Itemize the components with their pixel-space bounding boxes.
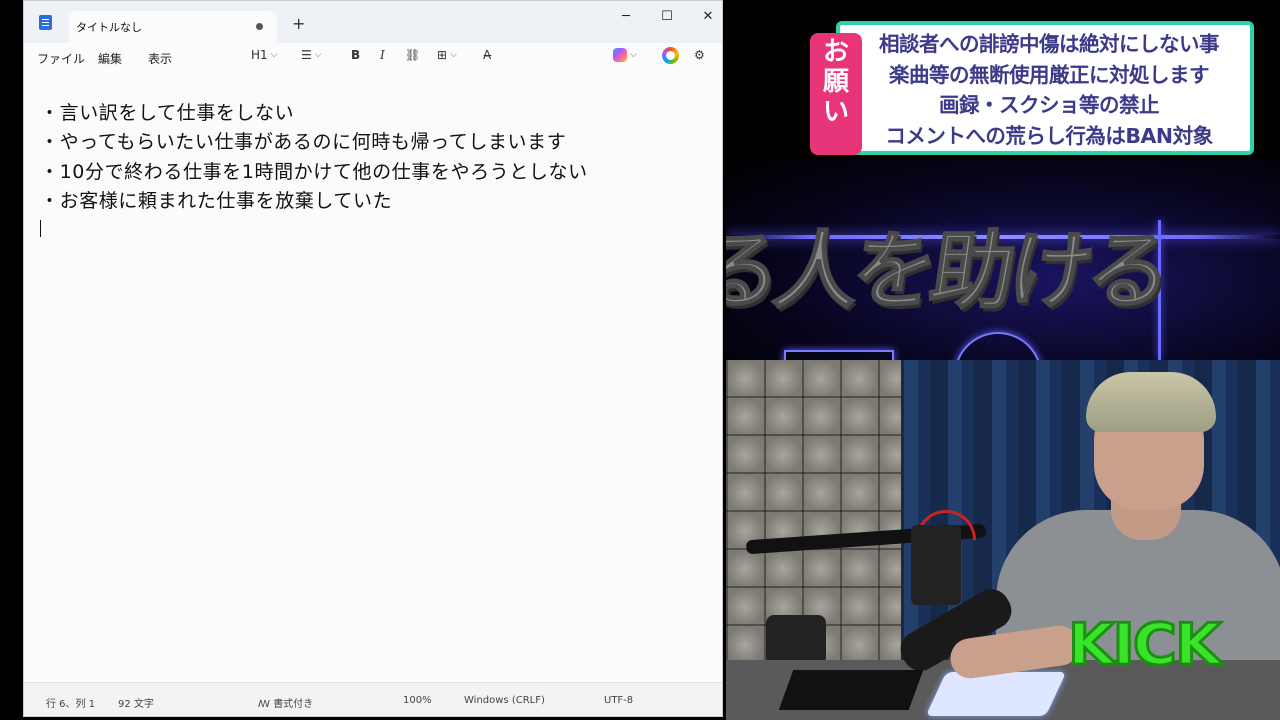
zoom-level[interactable]: 100% — [403, 695, 432, 706]
copilot-icon — [613, 48, 627, 62]
text-line: ・やってもらいたい仕事があるのに何時も帰ってしまいます — [40, 131, 567, 154]
clear-formatting-icon: A̶ — [483, 48, 492, 62]
title-bar[interactable]: タイトルなし + ─ ☐ ✕ — [24, 1, 722, 43]
rules-box: 相談者への誹謗中傷は絶対にしない事 楽曲等の無断使用厳正に対処します 画録・スク… — [836, 21, 1254, 155]
bold-button[interactable]: B — [351, 48, 360, 62]
onegai-tag: お 願 い — [810, 33, 862, 155]
keyboard — [778, 670, 924, 710]
list-dropdown[interactable]: ☰ ⌵ — [301, 48, 322, 62]
settings-button[interactable]: ⚙ — [694, 48, 705, 62]
menu-edit[interactable]: 編集 — [98, 50, 122, 67]
link-button[interactable]: ⛓ — [405, 48, 420, 62]
tag-char: 願 — [822, 67, 849, 97]
character-count: 92 文字 — [118, 699, 154, 710]
tab-untitled[interactable]: タイトルなし — [69, 11, 277, 43]
notepad-app-icon — [39, 15, 52, 30]
notepad-window: タイトルなし + ─ ☐ ✕ ファイル 編集 表示 H1 ⌵ ☰ ⌵ B I ⛓… — [23, 0, 723, 717]
text-line: ・10分で終わる仕事を1時間かけて他の仕事をやろうとしない — [40, 160, 588, 183]
rule-line: 相談者への誹謗中傷は絶対にしない事 — [879, 32, 1220, 56]
big-title-text: る人を助ける — [726, 221, 1173, 321]
text-line: ・言い訳をして仕事をしない — [40, 102, 295, 124]
table-dropdown[interactable]: ⊞ ⌵ — [437, 48, 457, 62]
heading-dropdown[interactable]: H1 ⌵ — [251, 48, 278, 62]
clear-formatting-button[interactable]: A̶ — [483, 48, 491, 62]
tag-char: い — [822, 97, 849, 127]
line-ending[interactable]: Windows (CRLF) — [464, 695, 545, 706]
menu-bar: ファイル 編集 表示 H1 ⌵ ☰ ⌵ B I ⛓ ⊞ ⌵ A̶ ⌵ ⚙ — [24, 43, 722, 71]
copilot-dropdown[interactable]: ⌵ — [613, 48, 637, 62]
tab-title: タイトルなし — [76, 21, 142, 34]
heading-label: H1 — [251, 48, 268, 62]
format-toggle[interactable]: ꟿ 書式付き — [258, 695, 313, 710]
cursor-position: 行 6、列 1 — [46, 699, 96, 710]
encoding[interactable]: UTF-8 — [604, 695, 633, 706]
rule-line: 画録・スクショ等の禁止 — [939, 93, 1160, 117]
text-caret — [40, 220, 41, 238]
rule-line: 楽曲等の無断使用厳正に対処します — [889, 62, 1210, 87]
title-graphic: る人を助ける — [726, 160, 1280, 360]
rules-banner: 相談者への誹謗中傷は絶対にしない事 楽曲等の無断使用厳正に対処します 画録・スク… — [810, 21, 1255, 158]
table-icon: ⊞ — [437, 48, 448, 62]
minimize-button[interactable]: ─ — [606, 5, 646, 27]
neon-circle — [954, 332, 1042, 360]
chevron-down-icon: ⌵ — [314, 50, 322, 60]
status-bar: 行 6、列 1 92 文字 ꟿ 書式付き 100% Windows (CRLF)… — [24, 682, 722, 716]
menu-view[interactable]: 表示 — [148, 50, 172, 67]
close-button[interactable]: ✕ — [688, 5, 728, 27]
markdown-icon: ꟿ — [258, 699, 270, 710]
neon-rect — [784, 350, 894, 360]
menu-file[interactable]: ファイル — [37, 50, 85, 67]
profile-icon — [662, 47, 679, 64]
tag-char: お — [822, 37, 849, 67]
kick-logo: KICK — [1066, 610, 1222, 679]
italic-button[interactable]: I — [380, 48, 385, 62]
chevron-down-icon: ⌵ — [270, 50, 278, 60]
list-icon: ☰ — [301, 48, 312, 62]
desk-light — [766, 615, 826, 665]
keyboard-lit — [925, 672, 1067, 716]
rule-line: コメントへの荒らし行為はBAN対象 — [885, 123, 1213, 148]
chevron-down-icon: ⌵ — [450, 50, 457, 60]
text-line: ・お客様に頼まれた仕事を放棄していた — [40, 189, 393, 212]
text-editor[interactable]: ・言い訳をして仕事をしない ・やってもらいたい仕事があるのに何時も帰ってしまいま… — [24, 71, 722, 683]
unsaved-dot-icon — [256, 23, 263, 30]
maximize-button[interactable]: ☐ — [647, 5, 687, 27]
gear-icon: ⚙ — [694, 48, 705, 62]
streamer-hair — [1086, 372, 1216, 432]
link-icon: ⛓ — [405, 48, 421, 62]
chevron-down-icon: ⌵ — [630, 50, 637, 60]
profile-button[interactable] — [662, 47, 679, 64]
format-label: 書式付き — [273, 699, 314, 710]
audio-interface — [911, 525, 961, 605]
new-tab-button[interactable]: + — [292, 14, 305, 33]
stream-screen: { "notepad": { "tab_title": "タイトルなし", "n… — [0, 0, 1280, 720]
